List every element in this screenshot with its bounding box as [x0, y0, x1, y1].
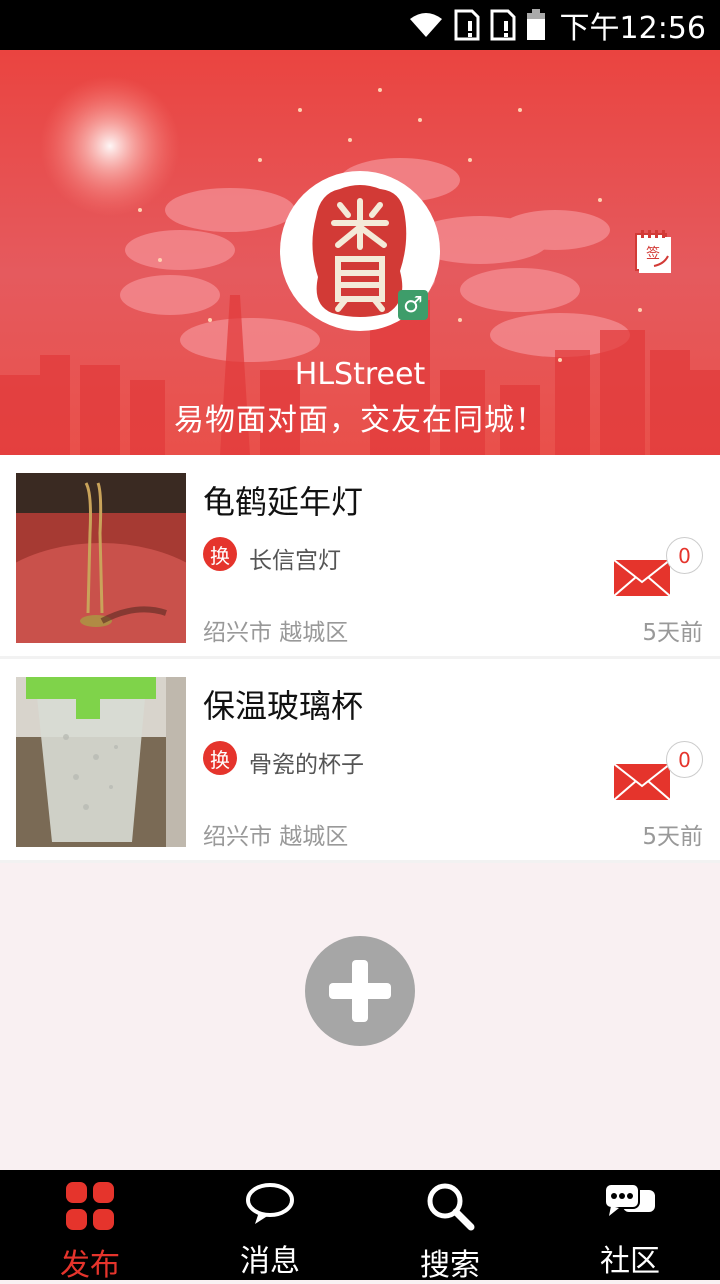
list-item[interactable]: 保温玻璃杯 换 骨瓷的杯子 绍兴市 越城区 5天前 0 [0, 659, 720, 863]
item-title: 保温玻璃杯 [203, 687, 364, 725]
profile-slogan: 易物面对面，交友在同城！ [174, 403, 546, 438]
item-title: 龟鹤延年灯 [203, 483, 364, 521]
sim-card-icon-2 [490, 9, 516, 41]
list-item[interactable]: 龟鹤延年灯 换 长信宫灯 绍兴市 越城区 5天前 0 [0, 455, 720, 659]
tab-label: 发布 [60, 1248, 120, 1283]
tab-search[interactable]: 搜索 [360, 1170, 540, 1283]
item-thumbnail[interactable] [16, 677, 186, 847]
add-item-button[interactable] [305, 936, 415, 1046]
profile-header: ♂ 签 HLStreet 易物面对面，交友在同城！ [0, 50, 720, 455]
item-location: 绍兴市 越城区 [203, 824, 349, 850]
swap-badge: 换 [203, 537, 237, 571]
item-time-ago: 5天前 [642, 620, 703, 646]
profile-username: HLStreet [294, 357, 426, 392]
status-bar: 下午12:56 [0, 0, 720, 50]
tab-messages[interactable]: 消息 [180, 1170, 360, 1280]
bottom-tab-bar: 发布 消息 搜索 社区 [0, 1170, 720, 1283]
item-list: 龟鹤延年灯 换 长信宫灯 绍兴市 越城区 5天前 0 保温玻璃杯 换 骨瓷的杯子… [0, 455, 720, 863]
plus-icon [329, 960, 391, 1022]
search-icon [427, 1183, 475, 1231]
gender-male-badge: ♂ [398, 290, 428, 320]
tab-community[interactable]: 社区 [540, 1170, 720, 1280]
tab-publish[interactable]: 发布 [0, 1170, 180, 1283]
swap-badge: 换 [203, 741, 237, 775]
wifi-icon [409, 13, 442, 37]
chat-bubble-icon [246, 1183, 294, 1224]
grid-icon [66, 1182, 114, 1230]
item-location: 绍兴市 越城区 [203, 620, 349, 646]
tab-label: 社区 [600, 1244, 660, 1279]
tab-label: 搜索 [420, 1248, 480, 1283]
tab-label: 消息 [240, 1244, 300, 1279]
mail-icon[interactable] [614, 560, 670, 596]
item-thumbnail[interactable] [16, 473, 186, 643]
item-time-ago: 5天前 [642, 824, 703, 850]
mail-icon[interactable] [614, 764, 670, 800]
message-count-badge: 0 [666, 741, 703, 778]
status-time: 下午12:56 [559, 11, 706, 46]
battery-icon [526, 9, 545, 40]
message-count-badge: 0 [666, 537, 703, 574]
swap-wanted-text: 长信宫灯 [249, 548, 341, 574]
sim-card-icon [454, 9, 480, 41]
community-icon [604, 1183, 655, 1216]
sign-label: 签 [646, 245, 660, 262]
sign-in-calendar-icon[interactable]: 签 [634, 228, 672, 274]
swap-wanted-text: 骨瓷的杯子 [249, 752, 364, 778]
